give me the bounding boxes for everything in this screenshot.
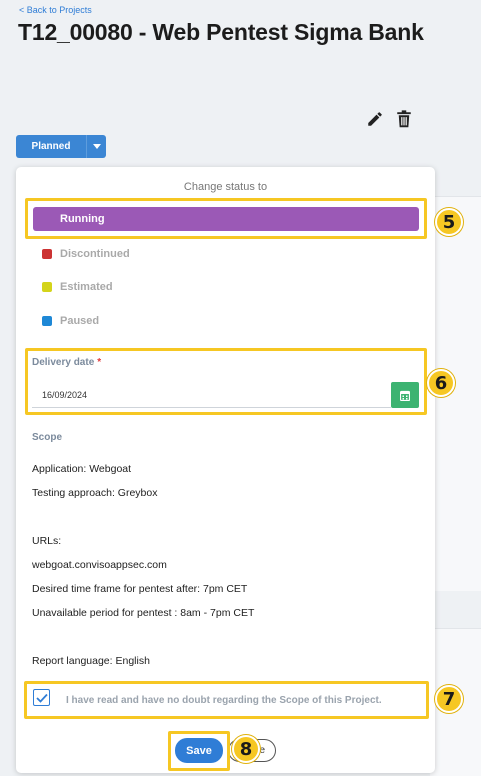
status-option-running[interactable]: Running — [33, 207, 419, 231]
acknowledge-checkbox[interactable] — [33, 689, 50, 706]
blue-dot-icon — [42, 316, 52, 326]
status-option-label: Paused — [60, 315, 100, 327]
annotation-badge-7: 7 — [435, 685, 463, 713]
status-option-label: Discontinued — [60, 248, 130, 260]
calendar-icon[interactable] — [391, 382, 419, 408]
delivery-date-label: Delivery date * — [32, 357, 101, 368]
annotation-badge-6: 6 — [427, 369, 455, 397]
status-option-label: Estimated — [60, 281, 113, 293]
delivery-date-input[interactable] — [32, 382, 391, 408]
page-title: T12_00080 - Web Pentest Sigma Bank — [18, 19, 424, 45]
scope-label: Scope — [32, 432, 63, 443]
yellow-dot-icon — [42, 282, 52, 292]
change-status-dropdown: Change status to Running 5 Discontinued … — [16, 167, 463, 773]
scope-line: Application: Webgoat — [32, 463, 132, 475]
pencil-icon[interactable] — [366, 110, 384, 128]
trash-icon[interactable] — [396, 110, 412, 128]
acknowledge-text: I have read and have no doubt regarding … — [66, 695, 382, 706]
scope-line: Unavailable period for pentest : 8am - 7… — [32, 607, 255, 619]
annotation-badge-5: 5 — [435, 208, 463, 236]
status-option-paused[interactable]: Paused — [42, 315, 99, 327]
scope-line: Report language: English — [32, 655, 150, 667]
status-split-button: Planned — [16, 135, 106, 158]
scope-line: webgoat.convisoappsec.com — [32, 559, 167, 571]
required-mark: * — [97, 357, 102, 368]
scope-line: URLs: — [32, 535, 62, 547]
annotation-badge-8: 8 — [232, 735, 260, 763]
status-option-estimated[interactable]: Estimated — [42, 281, 113, 293]
dropdown-title: Change status to — [183, 181, 268, 193]
caret-down-icon[interactable] — [86, 135, 106, 158]
status-option-discontinued[interactable]: Discontinued — [42, 248, 130, 260]
red-dot-icon — [42, 249, 52, 259]
save-button[interactable]: Save — [175, 738, 223, 763]
status-button[interactable]: Planned — [16, 135, 86, 158]
scope-line: Desired time frame for pentest after: 7p… — [32, 583, 248, 595]
delivery-date-label-text: Delivery date — [32, 357, 95, 368]
back-to-projects-link[interactable]: < Back to Projects — [19, 5, 92, 15]
scope-line: Testing approach: Greybox — [32, 487, 158, 499]
